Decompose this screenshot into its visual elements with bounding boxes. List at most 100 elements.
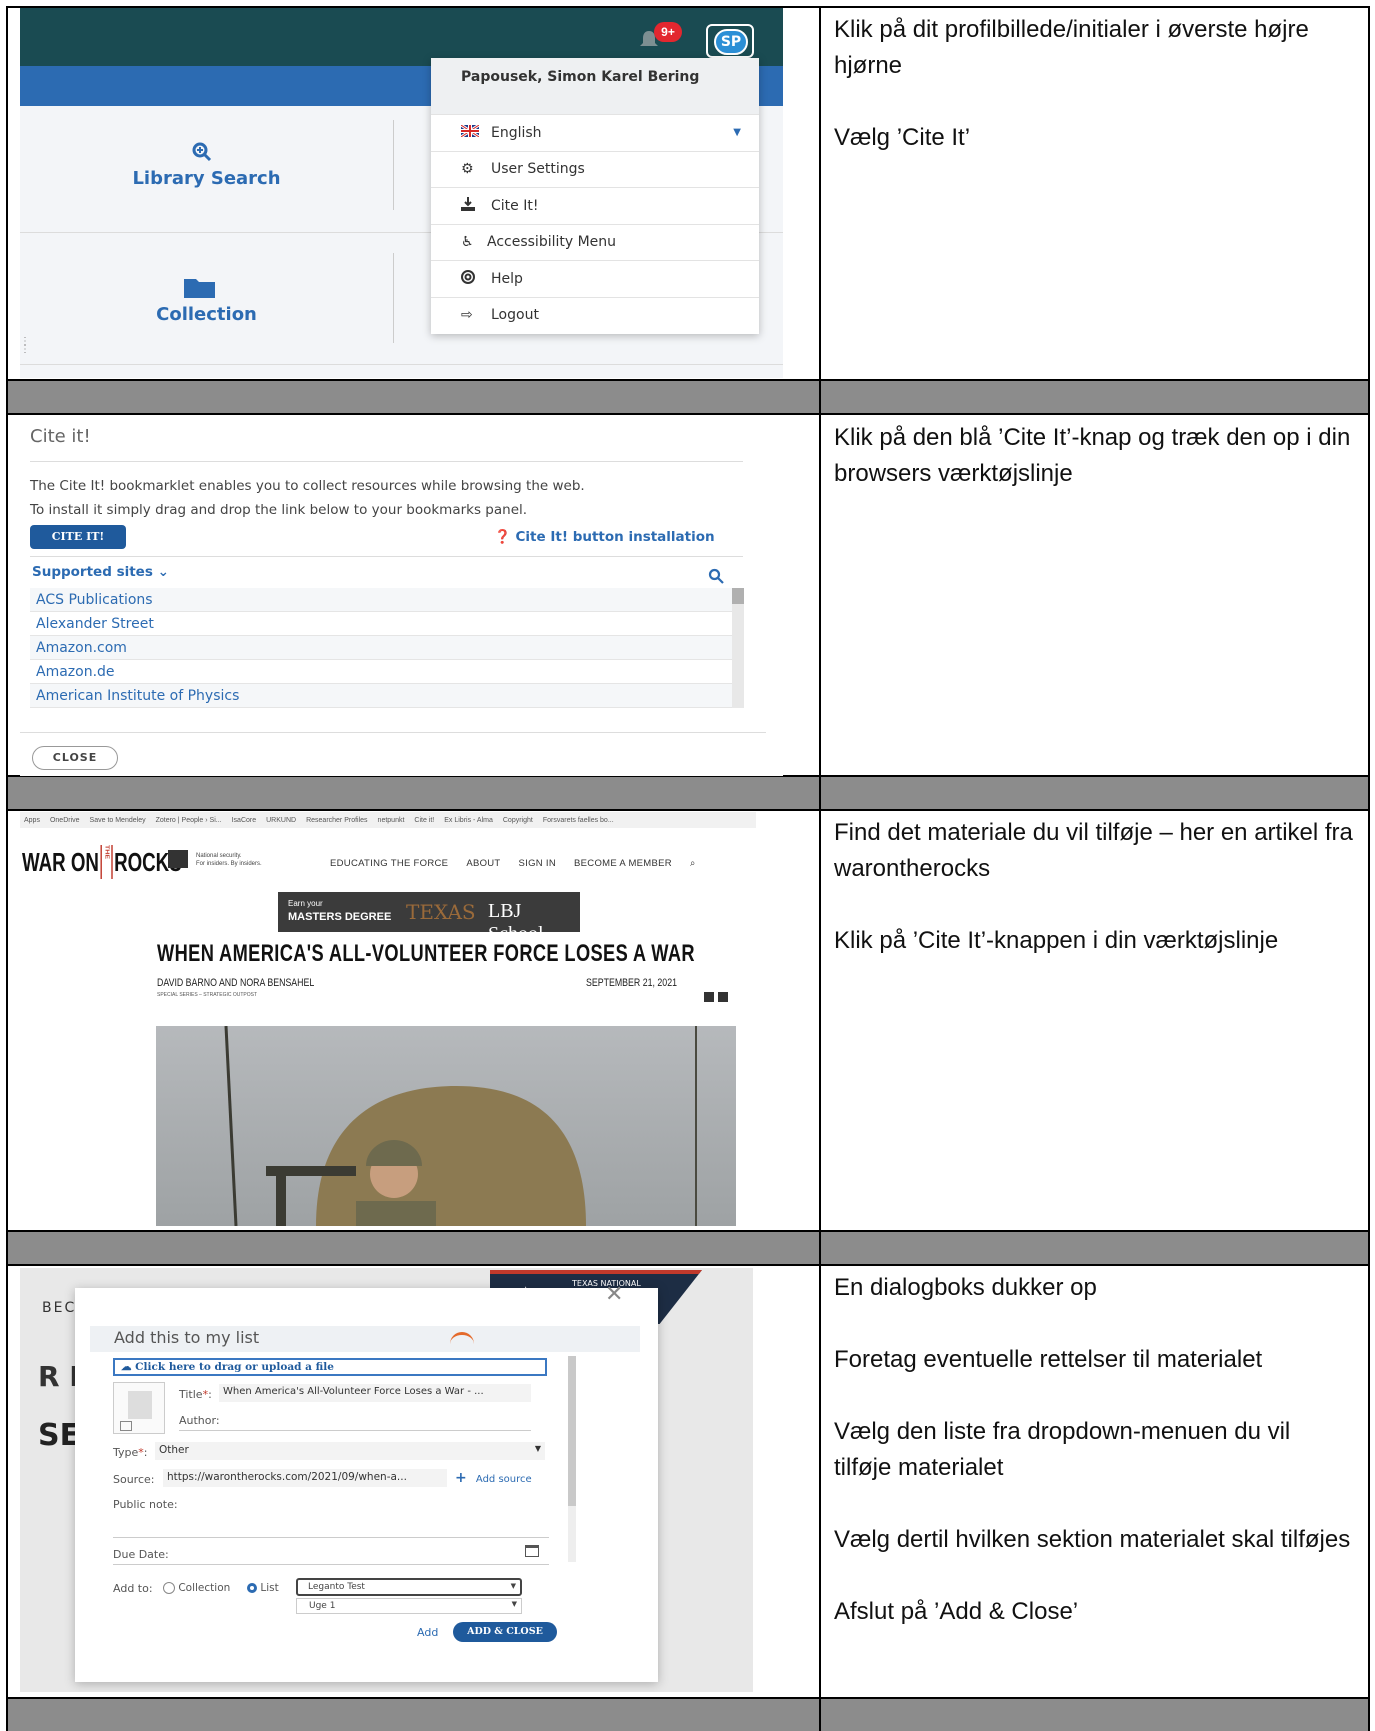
bookmark[interactable]: netpunkt	[378, 817, 405, 824]
bookmarks-bar: Apps OneDrive Save to Mendeley Zotero | …	[20, 812, 756, 828]
cite-it-bookmarklet-button[interactable]: CITE IT!	[30, 525, 126, 549]
type-select[interactable]: Other ▼	[155, 1442, 545, 1460]
site-name: ACS Publications	[36, 591, 153, 608]
separator-row	[7, 380, 1369, 413]
menu-item-logout[interactable]: ⇨ Logout	[431, 296, 759, 334]
field-label-author: Author:	[179, 1414, 220, 1427]
tagline: National security. For insiders. By insi…	[196, 852, 262, 868]
nav-item[interactable]: EDUCATING THE FORCE	[330, 858, 448, 869]
add-source-link[interactable]: + Add source	[455, 1470, 532, 1486]
install-help-link[interactable]: ❓ Cite It! button installation	[494, 529, 715, 545]
instruction-text: Vælg dertil hvilken sektion materialet s…	[834, 1526, 1351, 1553]
calendar-icon[interactable]	[525, 1545, 539, 1557]
bookmark[interactable]: Apps	[24, 817, 40, 824]
site-logo[interactable]: WAR ON THE ROCKS	[22, 842, 182, 882]
screenshot-cite-it-dialog: Cite it! The Cite It! bookmarklet enable…	[20, 416, 783, 776]
add-and-close-button[interactable]: ADD & CLOSE	[453, 1622, 557, 1642]
menu-item-language[interactable]: English ▼	[431, 114, 759, 151]
upload-file-button[interactable]: ☁ Click here to drag or upload a file	[113, 1358, 547, 1376]
twitter-icon[interactable]	[704, 992, 714, 1002]
avatar[interactable]: SP	[706, 24, 754, 58]
list-select[interactable]: Leganto Test ▼	[296, 1578, 522, 1596]
field-label-title: Title*:	[179, 1388, 212, 1401]
nav-item[interactable]: BECOME A MEMBER	[574, 858, 672, 869]
tile-label: Collection	[156, 304, 257, 325]
add-button[interactable]: Add	[417, 1626, 438, 1639]
bookmark[interactable]: OneDrive	[50, 817, 80, 824]
article-date: SEPTEMBER 21, 2021	[586, 977, 677, 989]
ad-text: TEXAS	[406, 900, 476, 924]
label: Type	[113, 1446, 139, 1459]
menu-item-accessibility[interactable]: ♿ Accessibility Menu	[431, 223, 759, 261]
supported-sites-toggle[interactable]: Supported sites ⌄	[32, 564, 169, 580]
drag-handle-icon: ⋮ ⋮	[20, 336, 30, 355]
step-3-instructions: Find det materiale du vil tilføje – her …	[834, 815, 1354, 995]
field-label-type: Type*:	[113, 1446, 148, 1459]
close-button[interactable]: CLOSE	[32, 746, 118, 770]
menu-item-cite-it[interactable]: Cite It!	[431, 187, 759, 224]
instruction-text: Klik på dit profilbillede/initialer i øv…	[834, 16, 1309, 79]
dialog-scrollbar[interactable]	[568, 1356, 576, 1562]
search-icon[interactable]: ⌕	[690, 858, 696, 869]
question-circle-icon: ❓	[494, 529, 511, 545]
tile-label: Library Search	[132, 168, 281, 189]
logo-text: THE	[100, 845, 113, 879]
list-radio[interactable]: List	[247, 1582, 279, 1594]
bookmark[interactable]: Zotero | People › Si...	[156, 817, 222, 824]
radio-checked-icon	[247, 1583, 257, 1593]
menu-item-label: Cite It!	[491, 197, 539, 214]
menu-item-label: English	[491, 124, 542, 141]
nav-item[interactable]: ABOUT	[466, 858, 500, 869]
site-list-scrollbar[interactable]	[732, 588, 744, 708]
menu-item-label: Help	[491, 270, 523, 287]
bookmark[interactable]: Forsvarets faelles bo...	[543, 817, 614, 824]
field-label-due-date: Due Date:	[113, 1548, 169, 1561]
radio-label: List	[260, 1582, 279, 1594]
bookmark[interactable]: Ex Libris - Alma	[444, 817, 493, 824]
bookmark[interactable]: URKUND	[266, 817, 296, 824]
source-input[interactable]: https://warontherocks.com/2021/09/when-a…	[163, 1469, 447, 1487]
bookmark[interactable]: Researcher Profiles	[306, 817, 367, 824]
logout-icon: ⇨	[461, 307, 473, 324]
thumbnail-placeholder	[113, 1382, 165, 1434]
site-name: Amazon.de	[36, 663, 115, 680]
instruction-text: Klik på den blå ’Cite It’-knap og træk d…	[834, 424, 1351, 487]
separator-row	[7, 1231, 1369, 1264]
accessibility-icon: ♿	[461, 234, 474, 251]
site-list-item[interactable]: Alexander Street	[30, 612, 742, 636]
dialog-close-icon[interactable]: ✕	[605, 1282, 623, 1307]
add-to-label: Add to:	[113, 1582, 153, 1595]
menu-item-label: Accessibility Menu	[487, 234, 617, 251]
label: Title	[179, 1388, 203, 1401]
collection-radio[interactable]: Collection	[163, 1582, 230, 1594]
site-list-item[interactable]: Amazon.de	[30, 660, 742, 684]
user-name: Papousek, Simon Karel Bering	[431, 58, 759, 114]
bookmark[interactable]: Save to Mendeley	[90, 817, 146, 824]
screenshot-profile-menu: 9+ SP Library Search Collection ⋮ ⋮ Papou…	[20, 8, 783, 378]
section-select[interactable]: Uge 1 ▼	[296, 1598, 522, 1614]
tagline-line: For insiders. By insiders.	[196, 861, 262, 867]
bookmark[interactable]: Copyright	[503, 817, 533, 824]
site-list-item[interactable]: ACS Publications	[30, 588, 742, 612]
section-value: Uge 1	[309, 1601, 336, 1611]
title-input[interactable]: When America's All-Volunteer Force Loses…	[219, 1384, 531, 1402]
type-value: Other	[159, 1444, 189, 1456]
nav-item[interactable]: SIGN IN	[519, 858, 556, 869]
library-search-tile[interactable]: Library Search	[20, 138, 393, 198]
bookmark[interactable]: IsaCore	[232, 817, 257, 824]
tagline-line: National security.	[196, 853, 242, 859]
bookmark-cite-it[interactable]: Cite it!	[414, 817, 434, 824]
collection-tile[interactable]: Collection	[20, 276, 393, 336]
search-icon[interactable]	[708, 568, 724, 584]
ad-banner[interactable]: Earn your MASTERS DEGREE TEXAS LBJ Schoo…	[278, 892, 580, 945]
instruction-text: Foretag eventuelle rettelser til materia…	[834, 1346, 1263, 1373]
dialog-header: Add this to my list	[90, 1326, 640, 1352]
download-tray-icon	[461, 196, 483, 215]
rss-icon[interactable]	[718, 992, 728, 1002]
menu-item-help[interactable]: Help	[431, 260, 759, 297]
site-list-item[interactable]: Amazon.com	[30, 636, 742, 660]
ad-text: Earn your	[288, 899, 323, 908]
public-note-textarea[interactable]	[113, 1512, 549, 1538]
site-list-item[interactable]: American Institute of Physics	[30, 684, 742, 708]
menu-item-user-settings[interactable]: ⚙ User Settings	[431, 150, 759, 188]
